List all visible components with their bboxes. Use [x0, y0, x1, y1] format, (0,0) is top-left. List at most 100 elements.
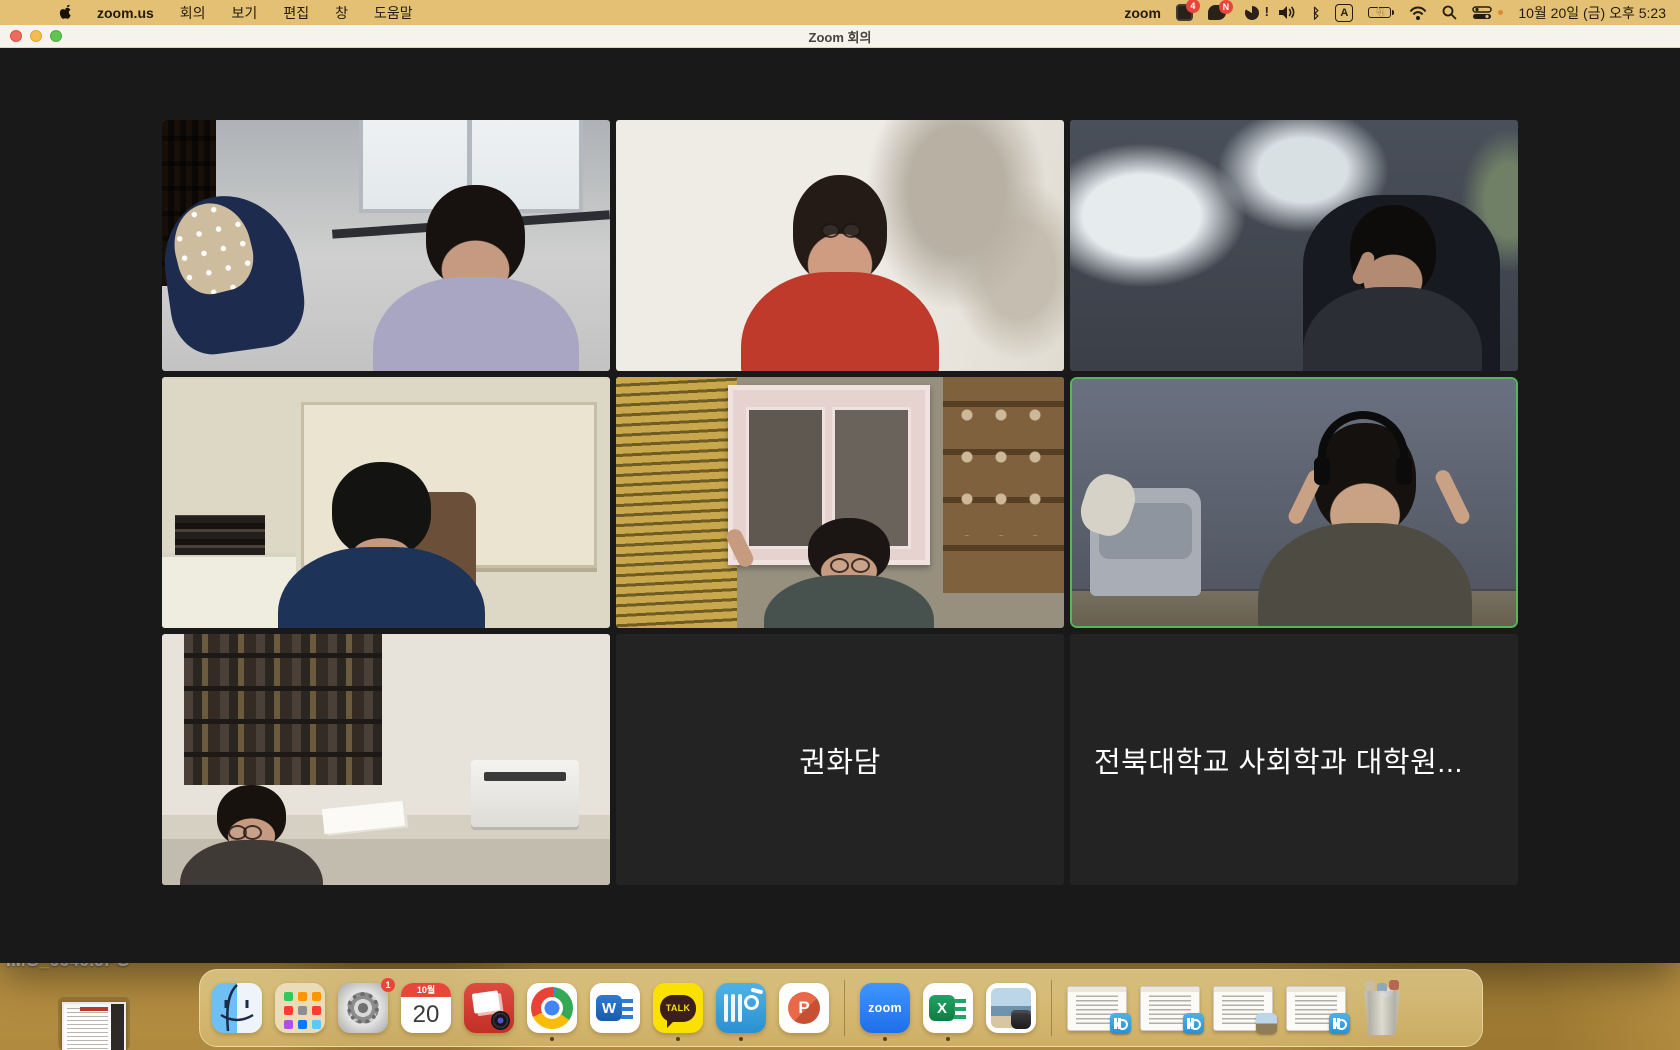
charging-bolt-icon: ↯	[1375, 5, 1385, 19]
app-status-icon[interactable]: 4	[1176, 4, 1193, 21]
kakaotalk-status-icon[interactable]: N	[1208, 5, 1226, 20]
screen: IMG_6646.JPG Zoom 회의	[0, 0, 1680, 1050]
hangul-glyph	[742, 993, 760, 1011]
window-titlebar[interactable]: Zoom 회의	[0, 25, 1680, 48]
window-blinds	[616, 377, 737, 628]
volume-icon[interactable]	[1278, 5, 1297, 20]
battery-body: ↯	[1368, 7, 1391, 18]
dock-separator	[1051, 980, 1052, 1036]
dock-calendar-icon[interactable]: 10월 20	[401, 983, 451, 1033]
dock-powerpoint-icon[interactable]: P	[779, 983, 829, 1033]
hwp-badge-icon	[1183, 1013, 1204, 1034]
dock-finder-icon[interactable]	[212, 983, 262, 1033]
video-tile-7[interactable]	[162, 634, 610, 885]
participant-silhouette	[1303, 205, 1482, 371]
apple-menu-icon[interactable]	[58, 4, 73, 21]
status-dot	[1498, 10, 1503, 15]
chrome-logo	[524, 980, 580, 1036]
cabinet	[162, 553, 296, 628]
dock-zoom-icon[interactable]: zoom	[860, 983, 910, 1033]
notification-badge: 4	[1186, 0, 1200, 13]
control-center-icon[interactable]	[1472, 6, 1492, 20]
camera-lens-icon	[491, 1011, 510, 1030]
hangul-bars	[724, 994, 728, 1022]
bookshelf	[184, 634, 381, 785]
doc-lines	[621, 999, 633, 1003]
hwp-badge-icon	[1329, 1013, 1350, 1034]
dock-launchpad-icon[interactable]	[275, 983, 325, 1033]
battery-icon[interactable]: ↯	[1368, 7, 1394, 18]
menu-bar-clock[interactable]: 10월 20일 (금) 오후 5:23	[1518, 3, 1666, 23]
glasses	[225, 825, 265, 838]
participant-silhouette	[741, 175, 938, 371]
zoom-status-label[interactable]: zoom	[1124, 5, 1161, 21]
running-indicator	[946, 1037, 950, 1041]
video-tile-6-active-speaker[interactable]	[1070, 377, 1518, 628]
menu-bar: zoom.us 회의 보기 편집 창 도움말 zoom 4 N ᛒ A	[0, 0, 1680, 25]
participant-name-tile[interactable]: 전북대학교 사회학과 대학원...	[1070, 634, 1518, 885]
printer	[471, 760, 579, 828]
running-indicator	[739, 1037, 743, 1041]
wifi-icon[interactable]	[1409, 6, 1427, 20]
bluetooth-icon[interactable]: ᛒ	[1312, 5, 1320, 21]
dock-trash-icon[interactable]	[1359, 981, 1405, 1035]
dock: 1 10월 20 W TALK P zoom	[199, 969, 1483, 1047]
spotlight-search-icon[interactable]	[1442, 5, 1457, 20]
trash-contents	[1365, 981, 1375, 991]
dock-excel-icon[interactable]: X	[923, 983, 973, 1033]
participant-name-tile[interactable]: 권화담	[616, 634, 1064, 885]
dock-settings-icon[interactable]: 1	[338, 983, 388, 1033]
running-indicator	[550, 1037, 554, 1041]
video-tile-3[interactable]	[1070, 120, 1518, 371]
participant-name: 권화담	[799, 739, 881, 781]
video-grid: 권화담 전북대학교 사회학과 대학원...	[162, 120, 1518, 885]
excel-glyph: X	[929, 995, 955, 1021]
gear-icon	[347, 992, 379, 1024]
video-tile-1[interactable]	[162, 120, 610, 371]
app-menu-zoom-us[interactable]: zoom.us	[97, 5, 154, 21]
ink-bottle-icon	[1011, 1013, 1031, 1029]
headphones	[1318, 411, 1408, 459]
menu-meeting[interactable]: 회의	[180, 3, 206, 23]
minimized-document-2[interactable]	[1140, 986, 1200, 1031]
participant-video	[162, 120, 610, 371]
sheet-lines	[954, 999, 966, 1003]
menu-window[interactable]: 창	[335, 3, 348, 23]
notification-badge: 1	[381, 978, 395, 992]
status-area: zoom 4 N ᛒ A ↯	[1124, 3, 1666, 23]
dock-chrome-icon[interactable]	[527, 983, 577, 1033]
trash-basket	[1362, 989, 1402, 1035]
glasses	[818, 223, 864, 236]
armchair	[1090, 488, 1201, 597]
dock-word-icon[interactable]: W	[590, 983, 640, 1033]
minimized-document-1[interactable]	[1067, 986, 1127, 1031]
window-title: Zoom 회의	[0, 27, 1680, 46]
desktop-file-icon[interactable]	[58, 997, 130, 1050]
battery-tip	[1392, 10, 1394, 15]
menu-help[interactable]: 도움말	[374, 3, 413, 23]
video-tile-4[interactable]	[162, 377, 610, 628]
notification-badge: N	[1219, 0, 1233, 14]
participant-silhouette	[764, 518, 934, 628]
menu-edit[interactable]: 편집	[283, 3, 309, 23]
minimized-document-3[interactable]	[1213, 986, 1273, 1031]
minimized-document-4[interactable]	[1286, 986, 1346, 1031]
video-tile-5[interactable]	[616, 377, 1064, 628]
zoom-meeting-window: Zoom 회의	[0, 25, 1680, 963]
talk-bubble: TALK	[660, 995, 696, 1022]
dock-preview-icon[interactable]	[986, 983, 1036, 1033]
powerpoint-glyph: P	[788, 992, 820, 1024]
dock-kakaotalk-icon[interactable]: TALK	[653, 983, 703, 1033]
book-stack	[175, 515, 265, 555]
input-source-icon[interactable]: A	[1335, 4, 1353, 22]
wood-shelf	[943, 377, 1064, 593]
participant-silhouette	[278, 462, 484, 628]
zoom-wordmark: zoom	[868, 1001, 902, 1015]
alert-status-icon[interactable]	[1241, 6, 1263, 20]
dock-hancom-office-icon[interactable]	[716, 983, 766, 1033]
menu-view[interactable]: 보기	[232, 3, 258, 23]
dock-photos-icon[interactable]	[464, 983, 514, 1033]
alert-icon	[1245, 6, 1259, 20]
word-glyph: W	[596, 995, 622, 1021]
video-tile-2[interactable]	[616, 120, 1064, 371]
